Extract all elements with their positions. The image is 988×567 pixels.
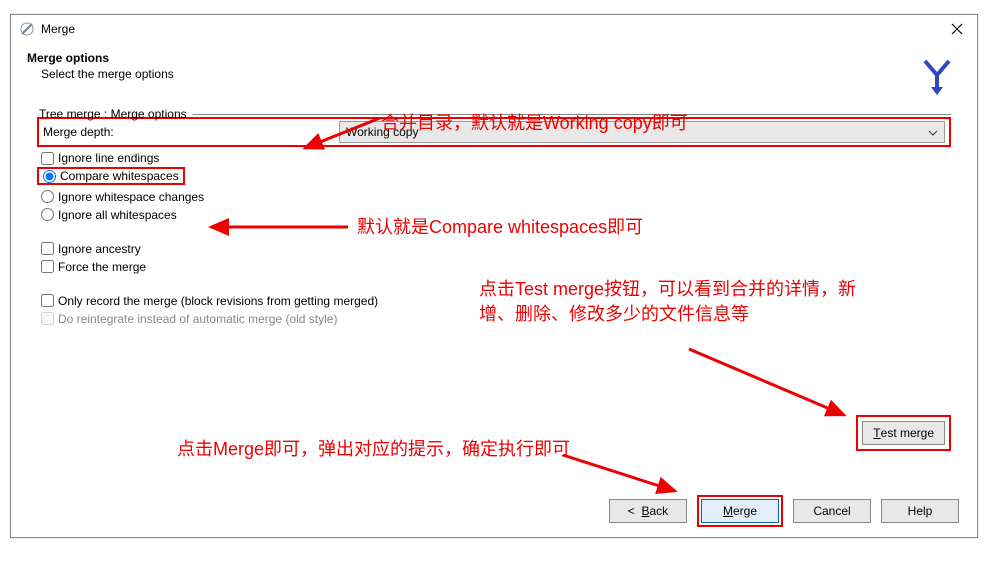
annotation-arrow-icon — [679, 343, 859, 423]
chevron-down-icon — [928, 125, 938, 139]
window-title: Merge — [41, 22, 75, 36]
checkbox-label: Do reintegrate instead of automatic merg… — [58, 312, 337, 326]
radio-label: Compare whitespaces — [60, 169, 179, 183]
titlebar: Merge — [11, 15, 977, 43]
checkbox-input[interactable] — [41, 152, 54, 165]
cancel-button[interactable]: Cancel — [793, 499, 871, 523]
header-title: Merge options — [27, 51, 961, 65]
groupbox-line — [193, 114, 951, 115]
checkbox-label: Force the merge — [58, 260, 146, 274]
checkbox-input — [41, 312, 54, 325]
checkbox-input[interactable] — [41, 242, 54, 255]
checkbox-label: Ignore line endings — [58, 151, 159, 165]
header-subtitle: Select the merge options — [41, 67, 961, 81]
merge-button[interactable]: Merge — [701, 499, 779, 523]
ignore-all-whitespaces-radio[interactable]: Ignore all whitespaces — [41, 208, 951, 222]
do-reintegrate-checkbox: Do reintegrate instead of automatic merg… — [41, 312, 951, 326]
help-button[interactable]: Help — [881, 499, 959, 523]
merge-wizard-icon — [915, 55, 959, 102]
radio-input[interactable] — [41, 208, 54, 221]
button-label: est merge — [881, 426, 934, 440]
app-icon — [19, 21, 35, 37]
radio-input[interactable] — [41, 190, 54, 203]
radio-label: Ignore whitespace changes — [58, 190, 204, 204]
test-merge-button[interactable]: Test merge — [862, 421, 945, 445]
ignore-ancestry-checkbox[interactable]: Ignore ancestry — [41, 242, 951, 256]
merge-depth-row: Merge depth: Working copy — [37, 117, 951, 147]
header-section: Merge options Select the merge options — [11, 43, 977, 85]
radio-label: Ignore all whitespaces — [58, 208, 177, 222]
force-merge-checkbox[interactable]: Force the merge — [41, 260, 951, 274]
options-groupbox: Tree merge : Merge options Merge depth: … — [37, 117, 951, 326]
checkbox-label: Ignore ancestry — [58, 242, 141, 256]
merge-depth-value: Working copy — [346, 125, 418, 139]
close-icon — [951, 23, 963, 35]
button-label: Cancel — [813, 504, 850, 518]
radio-input[interactable] — [43, 170, 56, 183]
button-bar: < Back Merge Cancel Help — [609, 495, 959, 527]
ignore-line-endings-checkbox[interactable]: Ignore line endings — [41, 151, 951, 165]
merge-depth-select[interactable]: Working copy — [339, 121, 945, 143]
button-label: Merge — [723, 504, 757, 518]
button-label-u: T — [873, 426, 880, 440]
button-label: < Back — [628, 504, 668, 518]
close-button[interactable] — [937, 15, 977, 43]
back-button[interactable]: < Back — [609, 499, 687, 523]
merge-dialog: Merge Merge options Select the merge opt… — [10, 14, 978, 538]
merge-depth-label: Merge depth: — [43, 125, 339, 139]
annotation-text: 点击Merge即可，弹出对应的提示，确定执行即可 — [177, 435, 570, 461]
content-area: Tree merge : Merge options Merge depth: … — [11, 117, 977, 326]
checkbox-input[interactable] — [41, 260, 54, 273]
only-record-checkbox[interactable]: Only record the merge (block revisions f… — [41, 294, 951, 308]
button-label: Help — [908, 504, 933, 518]
checkbox-label: Only record the merge (block revisions f… — [58, 294, 378, 308]
ignore-whitespace-changes-radio[interactable]: Ignore whitespace changes — [41, 190, 951, 204]
checkbox-input[interactable] — [41, 294, 54, 307]
annotation-arrow-icon — [557, 449, 687, 499]
groupbox-label: Tree merge : Merge options — [37, 107, 189, 121]
compare-whitespaces-radio[interactable]: Compare whitespaces — [43, 169, 179, 183]
